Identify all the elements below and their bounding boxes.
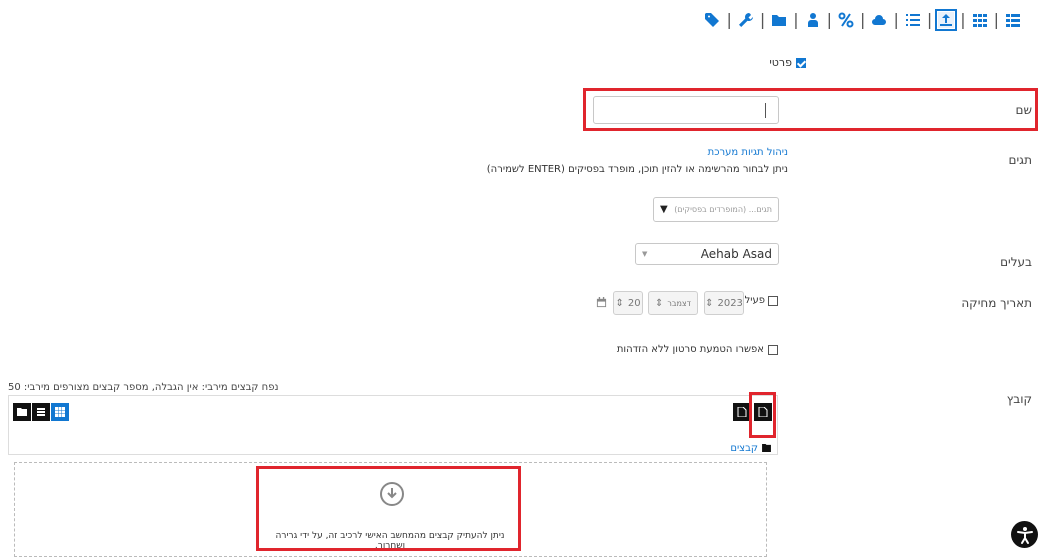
name-input[interactable] <box>593 96 779 124</box>
folder-icon[interactable] <box>771 12 787 28</box>
tags-help: ניתן לבחור מהרשימה או להזין תוכן, מופרד … <box>486 164 788 175</box>
separator: | <box>960 10 966 29</box>
updown-icon: ⇕ <box>615 297 624 309</box>
owner-value: Aehab Asad <box>700 247 772 261</box>
download-arrow-icon <box>379 481 405 510</box>
filepicker-toolbar <box>8 395 778 455</box>
text-cursor <box>765 103 766 118</box>
accessibility-icon <box>1016 526 1033 544</box>
owner-select[interactable]: ▼ Aehab Asad <box>635 243 779 265</box>
list-view-icon[interactable] <box>1005 12 1021 28</box>
cloud-icon[interactable] <box>871 12 887 28</box>
month-select[interactable]: דצמבר ⇕ <box>648 291 698 315</box>
private-checkbox[interactable] <box>796 57 806 68</box>
updown-icon: ⇕ <box>654 297 664 309</box>
list-view-button[interactable] <box>32 403 50 421</box>
tags-input[interactable]: תגים... (המופרדים בפסיקים) ▼ <box>653 197 779 222</box>
upload-icon[interactable] <box>935 9 958 31</box>
separator: | <box>893 10 899 29</box>
breadcrumb: קבצים <box>730 441 771 455</box>
separator: | <box>826 10 833 29</box>
name-label: שם <box>1015 103 1032 117</box>
updown-icon: ⇕ <box>705 297 714 309</box>
separator: | <box>759 10 766 29</box>
link-icon[interactable] <box>838 12 854 28</box>
tags-placeholder: תגים... (המופרדים בפסיקים) <box>674 205 772 214</box>
day-value: 20 <box>627 297 641 309</box>
separator: | <box>793 10 799 29</box>
grid-view-button[interactable] <box>51 403 69 421</box>
file-label: קובץ <box>1006 392 1032 406</box>
file-limits-text: נפח קבצים מירבי: אין הגבלה, מספר קבצים מ… <box>8 382 279 393</box>
drop-text: ניתן להעתיק קבצים מהמחשב האישי לרכיב זה,… <box>275 531 505 551</box>
separator: | <box>926 10 933 29</box>
anonymous-checkbox[interactable] <box>768 344 778 355</box>
year-select[interactable]: 2023 ⇕ <box>704 291 744 315</box>
tag-icon[interactable] <box>704 12 720 28</box>
delete-date-checkbox[interactable] <box>768 295 778 306</box>
anonymous-row: אפשרו הטמעת סרטון ללא הזדהות <box>617 344 778 355</box>
add-file-button[interactable] <box>754 403 772 421</box>
month-value: דצמבר <box>667 298 692 308</box>
delete-date-enable-label: פעיל <box>744 295 765 306</box>
folder-icon <box>762 441 771 455</box>
user-icon[interactable] <box>805 12 821 28</box>
accessibility-button[interactable] <box>1011 521 1038 548</box>
grid-icon[interactable] <box>972 12 988 28</box>
toolbar: | | | | | | | | | <box>704 9 1021 31</box>
delete-date-enable: פעיל <box>745 295 778 306</box>
private-row: פרטי <box>769 56 806 69</box>
breadcrumb-files[interactable]: קבצים <box>730 443 758 454</box>
dropdown-arrow-icon[interactable]: ▼ <box>660 204 668 215</box>
separator: | <box>993 10 999 29</box>
tags-label: תגים <box>1008 153 1032 167</box>
calendar-icon[interactable] <box>596 297 607 311</box>
owner-label: בעלים <box>1000 255 1032 269</box>
folder-view-button[interactable] <box>13 403 31 421</box>
separator: | <box>860 10 866 29</box>
wrench-icon[interactable] <box>738 12 754 28</box>
delete-date-label: תאריך מחיקה <box>961 296 1032 310</box>
list-icon[interactable] <box>905 12 921 28</box>
anonymous-label: אפשרו הטמעת סרטון ללא הזדהות <box>616 344 764 355</box>
manage-tags-link[interactable]: ניהול תגיות מערכת <box>708 147 788 158</box>
year-value: 2023 <box>717 297 743 309</box>
create-folder-button[interactable] <box>733 403 751 421</box>
file-limits: נפח קבצים מירבי: אין הגבלה, מספר קבצים מ… <box>8 382 788 393</box>
chevron-down-icon: ▼ <box>642 250 648 258</box>
separator: | <box>726 10 732 29</box>
day-select[interactable]: 20 ⇕ <box>613 291 643 315</box>
private-label: פרטי <box>769 56 792 69</box>
